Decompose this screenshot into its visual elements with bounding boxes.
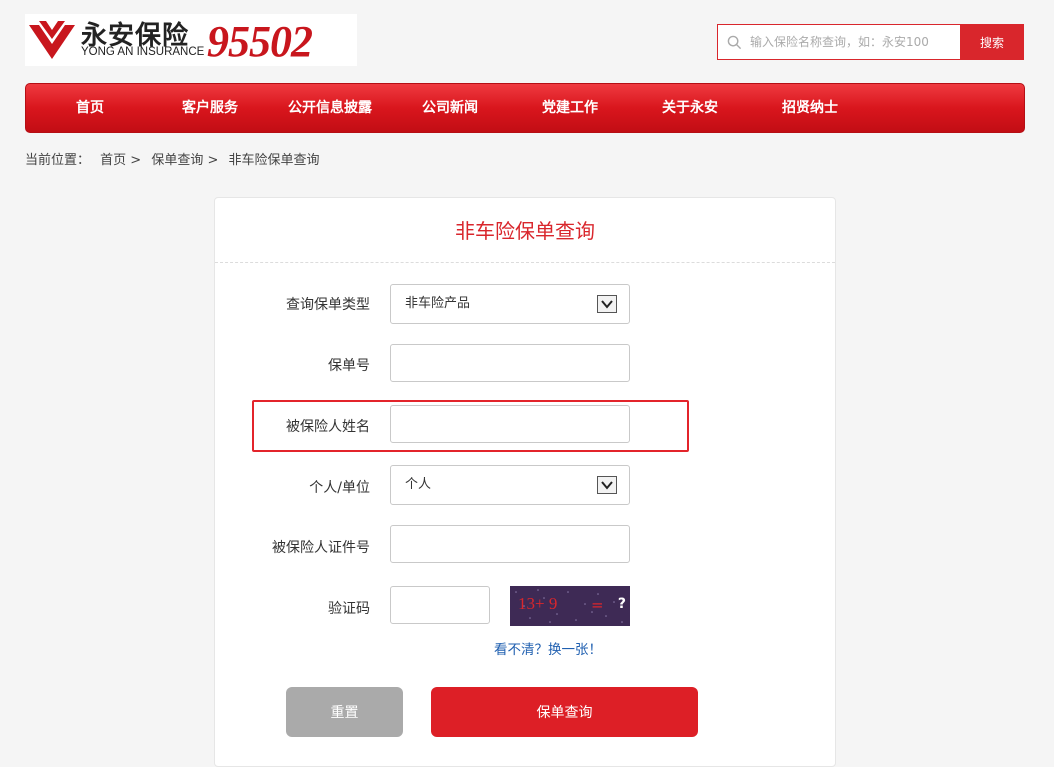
policy-type-select[interactable]: 非车险产品: [390, 284, 630, 324]
search-box: [717, 24, 961, 60]
logo[interactable]: 永安保险 YONG AN INSURANCE 95502: [25, 14, 357, 66]
nav-item-disclosure[interactable]: 公开信息披露: [270, 84, 390, 132]
insured-id-label: 被保险人证件号: [272, 540, 370, 556]
entity-type-value: 个人: [405, 477, 432, 492]
captcha-label: 验证码: [328, 601, 370, 617]
main-navbar: 首页 客户服务 公开信息披露 公司新闻 党建工作 关于永安 招贤纳士: [25, 83, 1025, 133]
chevron-down-icon: [597, 476, 617, 494]
hotline-number: 95502: [207, 17, 313, 66]
policy-type-value: 非车险产品: [405, 296, 471, 311]
breadcrumb-prefix: 当前位置：: [25, 153, 91, 168]
reset-button[interactable]: 重置: [286, 687, 403, 737]
query-button[interactable]: 保单查询: [431, 687, 698, 737]
nav-item-news[interactable]: 公司新闻: [390, 84, 510, 132]
captcha-equals: =: [591, 596, 604, 614]
policy-no-input[interactable]: [390, 344, 630, 382]
policy-no-label: 保单号: [328, 358, 370, 374]
nav-item-party-building[interactable]: 党建工作: [510, 84, 630, 132]
entity-type-label: 个人/单位: [309, 480, 370, 496]
nav-item-careers[interactable]: 招贤纳士: [750, 84, 870, 132]
breadcrumb-current: 非车险保单查询: [228, 153, 320, 168]
search-button[interactable]: 搜索: [960, 24, 1024, 60]
insured-name-label: 被保险人姓名: [286, 419, 370, 435]
entity-type-select[interactable]: 个人: [390, 465, 630, 505]
form-title: 非车险保单查询: [215, 198, 835, 263]
captcha-image[interactable]: 13+ 9 = ?: [510, 586, 630, 626]
chevron-down-icon: [597, 295, 617, 313]
logo-english-name: YONG AN INSURANCE: [81, 46, 205, 58]
policy-type-label: 查询保单类型: [286, 297, 370, 313]
breadcrumb: 当前位置： 首页 > 保单查询 > 非车险保单查询: [25, 149, 326, 168]
breadcrumb-home[interactable]: 首页 >: [100, 153, 141, 168]
nav-item-home[interactable]: 首页: [30, 84, 150, 132]
nav-item-customer-service[interactable]: 客户服务: [150, 84, 270, 132]
captcha-input[interactable]: [390, 586, 490, 624]
captcha-refresh-link[interactable]: 看不清？换一张！: [494, 638, 602, 658]
nav-item-about[interactable]: 关于永安: [630, 84, 750, 132]
captcha-text: 13+ 9: [518, 594, 558, 613]
insured-name-input[interactable]: [390, 405, 630, 443]
insured-id-input[interactable]: [390, 525, 630, 563]
yongan-logo-icon: [29, 21, 75, 59]
search-input[interactable]: [748, 25, 958, 59]
captcha-question: ?: [617, 596, 626, 612]
search-icon: [727, 35, 742, 50]
breadcrumb-policy-query[interactable]: 保单查询 >: [151, 153, 218, 168]
